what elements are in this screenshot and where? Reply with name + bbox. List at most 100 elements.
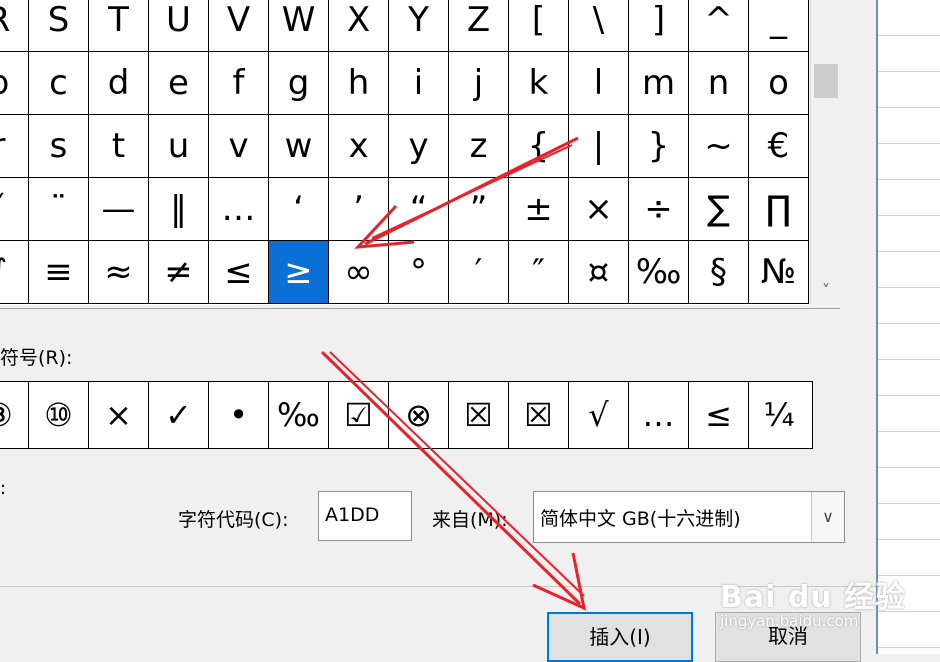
symbol-cell[interactable]: f <box>209 52 269 115</box>
symbol-cell[interactable]: l <box>569 52 629 115</box>
from-select[interactable]: 简体中文 GB(十六进制) ∨ <box>533 491 845 543</box>
symbol-cell[interactable]: ∏ <box>749 178 809 241</box>
recent-symbol-cell[interactable]: ≤ <box>689 382 749 448</box>
symbol-cell[interactable]: ≡ <box>29 241 89 304</box>
symbol-cell[interactable]: ± <box>509 178 569 241</box>
symbol-cell[interactable]: ¤ <box>569 241 629 304</box>
symbol-cell[interactable]: R <box>0 0 29 52</box>
symbol-cell[interactable]: w <box>269 115 329 178</box>
symbol-cell[interactable]: ’ <box>329 178 389 241</box>
symbol-cell[interactable]: … <box>209 178 269 241</box>
symbol-cell[interactable]: “ <box>389 178 449 241</box>
symbol-grid-scrollbar[interactable]: ˄ ˅ <box>810 0 840 305</box>
symbol-cell[interactable]: W <box>269 0 329 52</box>
symbol-cell[interactable]: s <box>29 115 89 178</box>
symbol-cell[interactable]: V <box>209 0 269 52</box>
symbol-cell[interactable]: _ <box>749 0 809 52</box>
symbol-cell[interactable]: ∫ <box>0 241 29 304</box>
symbol-cell[interactable]: ” <box>449 178 509 241</box>
symbol-cell[interactable]: | <box>569 115 629 178</box>
symbol-cell[interactable]: t <box>89 115 149 178</box>
cancel-button[interactable]: 取消 <box>715 612 861 662</box>
symbol-cell[interactable]: Z <box>449 0 509 52</box>
symbol-cell[interactable]: ″ <box>509 241 569 304</box>
symbol-cell[interactable]: v <box>209 115 269 178</box>
symbol-cell[interactable]: ] <box>629 0 689 52</box>
char-code-input[interactable]: A1DD <box>318 491 412 541</box>
symbol-cell[interactable]: u <box>149 115 209 178</box>
recent-symbols-strip[interactable]: ③⑩×✓•‰☑⊗☒☒√…≤¼ <box>0 381 813 449</box>
symbol-cell[interactable]: r <box>0 115 29 178</box>
recent-symbol-cell[interactable]: ⊗ <box>389 382 449 448</box>
symbol-cell[interactable]: } <box>629 115 689 178</box>
symbol-cell[interactable]: U <box>149 0 209 52</box>
recent-symbol-cell[interactable]: ☑ <box>329 382 389 448</box>
symbol-cell[interactable]: — <box>89 178 149 241</box>
scroll-down-icon[interactable]: ˅ <box>816 281 836 301</box>
symbol-cell[interactable]: b <box>0 52 29 115</box>
symbol-cell[interactable]: ≠ <box>149 241 209 304</box>
symbol-cell[interactable]: o <box>749 52 809 115</box>
symbol-cell[interactable]: ¨ <box>29 178 89 241</box>
symbol-cell[interactable]: ≈ <box>89 241 149 304</box>
symbol-cell[interactable]: y <box>389 115 449 178</box>
insert-button[interactable]: 插入(I) <box>547 612 693 662</box>
symbol-cell[interactable]: ′ <box>449 241 509 304</box>
symbol-cell[interactable]: d <box>89 52 149 115</box>
scroll-thumb[interactable] <box>814 64 838 98</box>
recent-symbol-cell[interactable]: ③ <box>0 382 29 448</box>
symbol-cell[interactable]: ° <box>389 241 449 304</box>
recent-symbol-cell[interactable]: … <box>629 382 689 448</box>
symbol-cell[interactable]: § <box>689 241 749 304</box>
symbol-cell[interactable]: \ <box>569 0 629 52</box>
symbol-cell-selected[interactable]: ≥ <box>269 241 329 304</box>
partial-label: : <box>0 478 7 499</box>
recent-symbol-cell[interactable]: ✓ <box>149 382 209 448</box>
symbol-cell[interactable]: S <box>29 0 89 52</box>
symbol-cell[interactable]: ‖ <box>149 178 209 241</box>
symbol-cell[interactable]: c <box>29 52 89 115</box>
symbol-cell[interactable]: ^ <box>689 0 749 52</box>
symbol-cell[interactable]: × <box>569 178 629 241</box>
symbol-cell[interactable]: m <box>629 52 689 115</box>
from-label: 来自(M): <box>432 509 508 531</box>
symbol-cell[interactable]: k <box>509 52 569 115</box>
symbol-cell[interactable]: T <box>89 0 149 52</box>
symbol-cell[interactable]: € <box>749 115 809 178</box>
recent-symbol-cell[interactable]: ¼ <box>749 382 809 448</box>
recent-symbol-cell[interactable]: √ <box>569 382 629 448</box>
dialog-divider <box>0 586 876 587</box>
symbol-cell[interactable]: ∑ <box>689 178 749 241</box>
symbol-cell[interactable]: № <box>749 241 809 304</box>
symbol-cell[interactable]: z <box>449 115 509 178</box>
recent-symbol-cell[interactable]: ☒ <box>509 382 569 448</box>
symbol-cell[interactable]: j <box>449 52 509 115</box>
symbol-cell[interactable]: ˇ <box>0 178 29 241</box>
symbol-cell[interactable]: ÷ <box>629 178 689 241</box>
scroll-up-icon[interactable]: ˄ <box>816 0 836 12</box>
symbol-cell[interactable]: ∞ <box>329 241 389 304</box>
symbol-cell[interactable]: ≤ <box>209 241 269 304</box>
from-select-value: 简体中文 GB(十六进制) <box>540 508 741 530</box>
symbol-cell[interactable]: Y <box>389 0 449 52</box>
symbol-cell[interactable]: [ <box>509 0 569 52</box>
symbol-cell[interactable]: ‰ <box>629 241 689 304</box>
symbol-cell[interactable]: h <box>329 52 389 115</box>
symbol-cell[interactable]: g <box>269 52 329 115</box>
symbol-cell[interactable]: ~ <box>689 115 749 178</box>
symbol-cell[interactable]: ‘ <box>269 178 329 241</box>
symbol-cell[interactable]: X <box>329 0 389 52</box>
recent-symbol-cell[interactable]: ⑩ <box>29 382 89 448</box>
symbol-cell[interactable]: n <box>689 52 749 115</box>
background-spreadsheet <box>876 0 940 654</box>
chevron-down-icon[interactable]: ∨ <box>811 492 844 542</box>
symbol-cell[interactable]: i <box>389 52 449 115</box>
recent-symbol-cell[interactable]: ‰ <box>269 382 329 448</box>
recent-symbol-cell[interactable]: • <box>209 382 269 448</box>
symbol-cell[interactable]: e <box>149 52 209 115</box>
symbol-cell[interactable]: { <box>509 115 569 178</box>
symbol-grid[interactable]: RSTUVWXYZ[\]^_bcdefghijklmno rstuvwxyz{|}… <box>0 0 809 305</box>
recent-symbol-cell[interactable]: × <box>89 382 149 448</box>
symbol-cell[interactable]: x <box>329 115 389 178</box>
recent-symbol-cell[interactable]: ☒ <box>449 382 509 448</box>
